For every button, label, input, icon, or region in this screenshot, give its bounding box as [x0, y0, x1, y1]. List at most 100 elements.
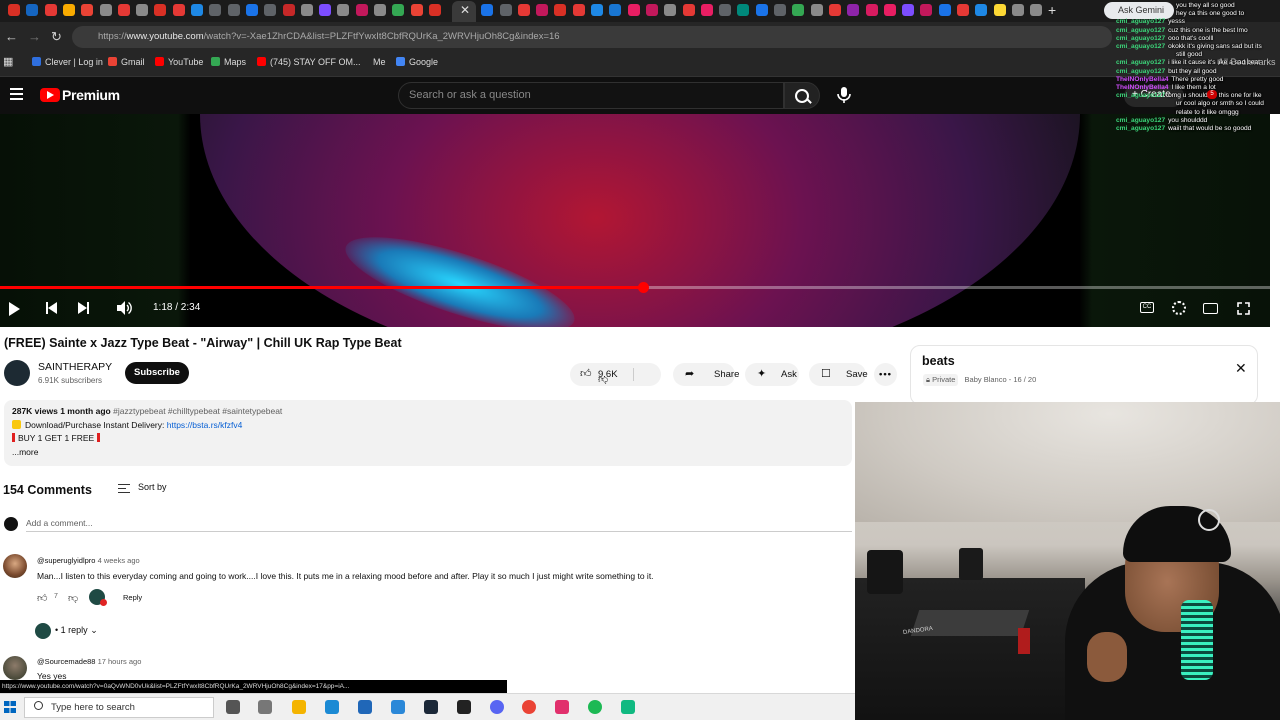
browser-tab-favicon[interactable] — [154, 4, 167, 16]
browser-tab-favicon[interactable] — [499, 4, 512, 16]
close-tab-icon[interactable]: ✕ — [460, 3, 470, 17]
epic-icon[interactable] — [457, 700, 471, 714]
add-comment-input[interactable]: Add a comment... — [26, 518, 852, 532]
settings-gear-icon[interactable] — [1172, 301, 1186, 315]
playlist-owner[interactable]: Baby Blanco — [965, 375, 1007, 384]
browser-tab-favicon[interactable] — [609, 4, 622, 16]
store-icon[interactable] — [358, 700, 372, 714]
bookmark-me[interactable]: Me — [360, 57, 386, 67]
browser-tab-favicon[interactable] — [865, 4, 878, 16]
browser-tab-favicon[interactable] — [209, 4, 222, 16]
taskbar-search-input[interactable]: Type here to search — [24, 697, 214, 718]
browser-tab-favicon[interactable] — [591, 4, 603, 16]
browser-tab-favicon[interactable] — [374, 4, 386, 16]
browser-tab-favicon[interactable] — [810, 4, 823, 16]
comment-dislike-icon[interactable]: 👎︎ — [68, 592, 78, 604]
youtube-logo-icon[interactable] — [40, 88, 60, 102]
browser-tab-favicon[interactable] — [81, 4, 94, 16]
reply-button[interactable]: Reply — [123, 593, 142, 602]
apps-grid-icon[interactable]: ▦ — [3, 55, 13, 68]
channel-name[interactable]: SAINTHERAPY — [38, 361, 112, 373]
browser-tab-favicon[interactable] — [902, 4, 915, 16]
edge-icon[interactable] — [325, 700, 339, 714]
browser-tab-favicon[interactable] — [282, 4, 295, 16]
browser-tab-favicon[interactable] — [792, 4, 805, 16]
search-input[interactable]: Search or ask a question — [398, 82, 784, 109]
menu-icon[interactable] — [10, 88, 23, 100]
browser-tab-favicon[interactable] — [719, 4, 732, 16]
previous-icon[interactable] — [46, 302, 57, 314]
microphone-icon[interactable] — [834, 85, 854, 105]
comment-time[interactable]: 17 hours ago — [98, 657, 142, 666]
reload-icon[interactable]: ↻ — [51, 29, 62, 45]
progress-scrubber[interactable] — [637, 282, 649, 293]
browser-tab-favicon[interactable] — [44, 4, 57, 16]
task-view-icon[interactable] — [226, 700, 240, 714]
game-icon[interactable] — [621, 700, 635, 714]
browser-tab-favicon[interactable] — [682, 4, 695, 16]
browser-tab-favicon[interactable] — [62, 4, 75, 16]
bookmark-stay-off[interactable]: (745) STAY OFF OM... — [257, 57, 361, 67]
like-button[interactable]: 👍︎ 9.6K 👎︎ — [570, 363, 661, 386]
search-icon[interactable] — [784, 82, 820, 109]
browser-tab-favicon[interactable] — [975, 4, 988, 16]
browser-tab-favicon[interactable] — [920, 4, 933, 16]
browser-tab-favicon[interactable] — [117, 4, 130, 16]
browser-tab-favicon[interactable] — [847, 4, 860, 16]
browser-tab-favicon[interactable] — [136, 4, 149, 16]
forward-icon[interactable]: → — [28, 29, 41, 44]
browser-tab-favicon[interactable] — [300, 4, 313, 16]
browser-tab-favicon[interactable] — [245, 4, 258, 16]
browser-tab-favicon[interactable] — [883, 4, 896, 16]
view-replies-button[interactable]: • 1 reply ⌄ — [55, 625, 98, 636]
browser-tab-favicon[interactable] — [99, 4, 112, 16]
back-icon[interactable]: ← — [5, 29, 18, 44]
browser-tab-favicon[interactable] — [938, 4, 951, 16]
browser-tab-favicon[interactable] — [428, 4, 441, 16]
comment-avatar[interactable] — [3, 656, 27, 680]
browser-tab-favicon[interactable] — [572, 4, 585, 16]
mail-icon[interactable] — [391, 700, 405, 714]
next-icon[interactable] — [78, 302, 89, 314]
browser-tab-favicon[interactable] — [172, 4, 185, 16]
sort-button[interactable]: Sort by — [117, 482, 167, 492]
youtube-premium-brand[interactable]: Premium — [62, 87, 120, 103]
download-link[interactable]: https://bsta.rs/kfzfv4 — [167, 420, 243, 430]
comment-avatar[interactable] — [3, 554, 27, 578]
discord-icon[interactable] — [490, 700, 504, 714]
spotify-icon[interactable] — [588, 700, 602, 714]
comment-like-icon[interactable]: 👍︎ — [37, 592, 47, 604]
browser-tab-favicon[interactable] — [517, 4, 530, 16]
more-actions-button[interactable]: ••• — [874, 363, 897, 386]
browser-tab-favicon[interactable] — [191, 4, 203, 16]
steam-icon[interactable] — [424, 700, 438, 714]
browser-tab-favicon[interactable] — [664, 4, 677, 16]
notification-badge[interactable]: 5 — [1207, 90, 1217, 99]
browser-tab-favicon[interactable] — [700, 4, 713, 16]
browser-tab-favicon[interactable] — [993, 4, 1006, 16]
play-icon[interactable] — [9, 302, 20, 316]
close-icon[interactable]: ✕ — [1235, 360, 1247, 377]
windows-start-icon[interactable] — [4, 701, 16, 713]
instagram-icon[interactable] — [555, 700, 569, 714]
comment-handle[interactable]: @superuglyidlpro — [37, 556, 95, 565]
browser-tab-favicon[interactable] — [627, 4, 640, 16]
chrome-icon[interactable] — [522, 700, 536, 714]
browser-tab-favicon[interactable] — [1011, 4, 1024, 16]
browser-tab-favicon[interactable] — [227, 4, 240, 16]
bookmark-gmail[interactable]: Gmail — [108, 57, 145, 67]
bookmark-youtube[interactable]: YouTube — [155, 57, 203, 67]
browser-tab-favicon[interactable] — [392, 4, 405, 16]
file-explorer-icon[interactable] — [292, 700, 306, 714]
widgets-icon[interactable] — [258, 700, 272, 714]
video-player[interactable]: 1:18 / 2:34 CC — [0, 114, 1270, 327]
browser-tab-favicon[interactable] — [536, 4, 549, 16]
browser-tab-favicon[interactable] — [355, 4, 368, 16]
thumbs-down-icon[interactable]: 👎︎ — [598, 368, 608, 391]
description-more[interactable]: ...more — [12, 446, 844, 460]
browser-tab-favicon[interactable] — [1030, 4, 1043, 16]
bookmark-clever[interactable]: Clever | Log in — [32, 57, 103, 67]
bookmark-google[interactable]: Google — [396, 57, 438, 67]
save-button[interactable]: ☐ Save — [809, 363, 868, 386]
browser-tab-favicon[interactable] — [8, 4, 20, 16]
